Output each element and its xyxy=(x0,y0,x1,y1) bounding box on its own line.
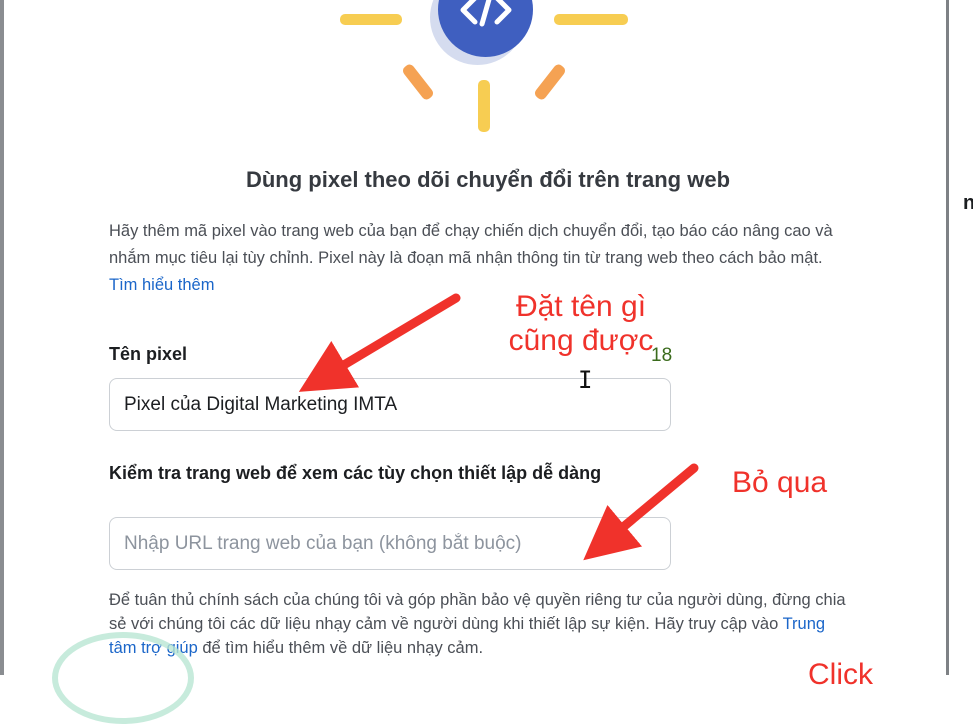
learn-more-link[interactable]: Tìm hiểu thêm xyxy=(109,276,214,294)
ray-lower-right xyxy=(532,62,568,102)
ray-lower-left xyxy=(400,62,436,102)
code-brackets-icon xyxy=(438,0,533,57)
hero-illustration xyxy=(334,0,644,140)
website-check-label: Kiểm tra trang web để xem các tùy chọn t… xyxy=(109,463,602,483)
pixel-name-label: Tên pixel xyxy=(109,344,188,364)
privacy-note-text: Để tuân thủ chính sách của chúng tôi và … xyxy=(109,591,846,633)
annotation-name-hint: Đặt tên gì cũng được xyxy=(496,290,666,358)
pixel-setup-dialog: Dùng pixel theo dõi chuyển đổi trên tran… xyxy=(4,0,944,675)
dialog-title: Dùng pixel theo dõi chuyển đổi trên tran… xyxy=(245,167,731,192)
website-url-input[interactable] xyxy=(109,517,671,570)
annotation-name-hint-line1: Đặt tên gì xyxy=(515,290,647,323)
ray-left xyxy=(340,14,402,25)
privacy-note-tail: để tìm hiểu thêm về dữ liệu nhạy cảm. xyxy=(197,639,484,657)
dialog-description: Hãy thêm mã pixel vào trang web của bạn … xyxy=(109,218,849,299)
ray-bottom xyxy=(478,80,490,132)
annotation-skip-hint: Bỏ qua xyxy=(732,466,828,499)
description-text: Hãy thêm mã pixel vào trang web của bạn … xyxy=(109,222,833,267)
text-cursor-icon: I xyxy=(578,366,593,394)
ray-right xyxy=(554,14,628,25)
annotation-click-hint: Click xyxy=(808,658,873,691)
privacy-note: Để tuân thủ chính sách của chúng tôi và … xyxy=(109,588,854,660)
annotation-name-hint-line2: cũng được xyxy=(508,324,654,357)
backdrop-right: n xyxy=(946,0,973,675)
background-peek-text: n xyxy=(963,192,973,214)
watermark-logo xyxy=(52,632,194,724)
